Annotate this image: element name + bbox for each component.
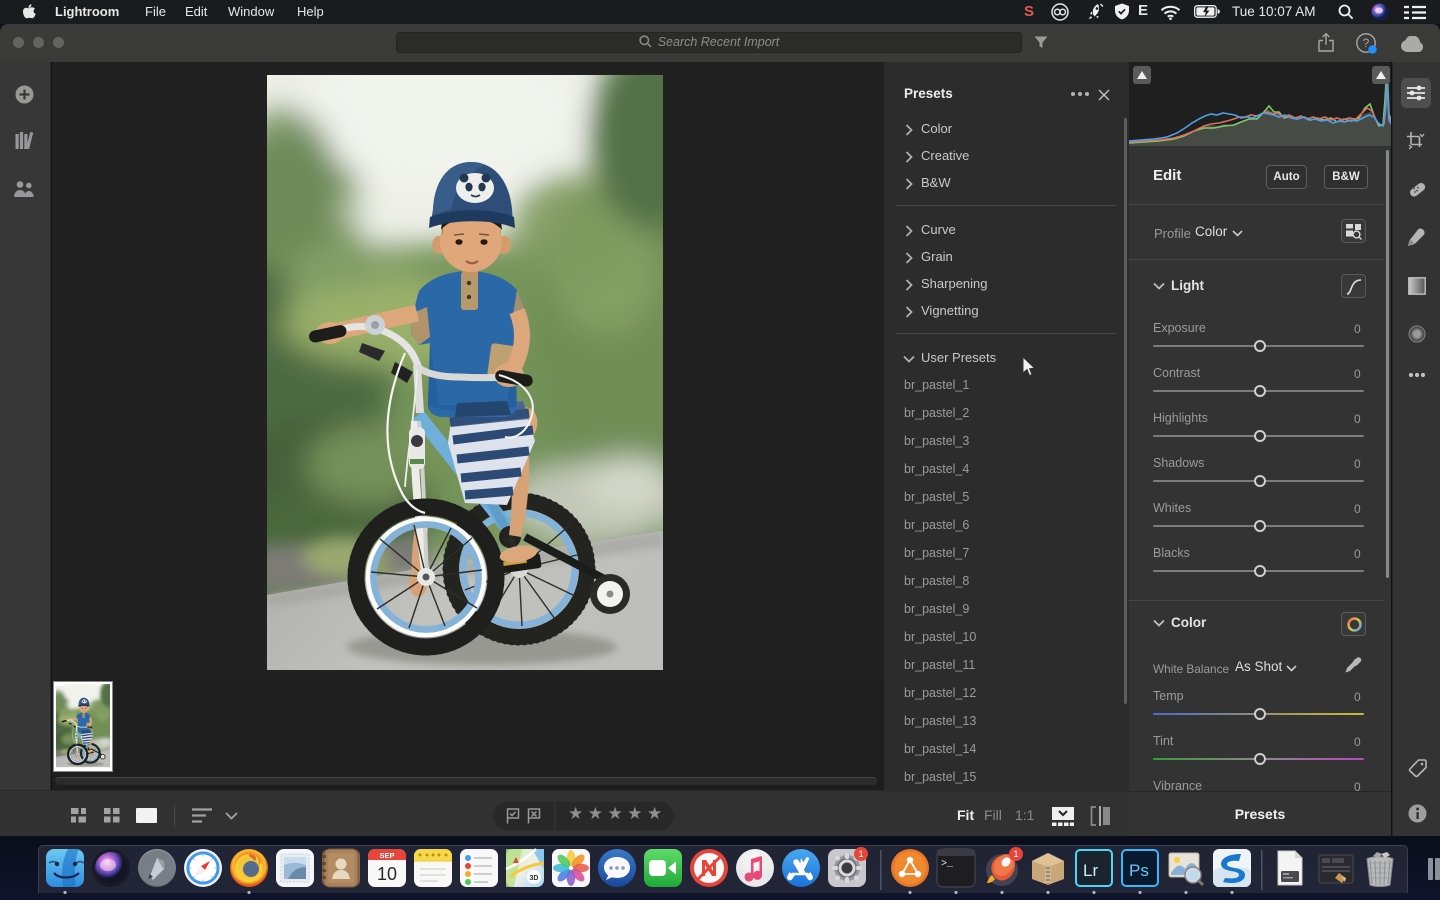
svg-text:>_: >_ bbox=[941, 859, 954, 870]
svg-text:SEP: SEP bbox=[379, 851, 394, 860]
svg-text:3D: 3D bbox=[530, 875, 539, 882]
svg-text:Lr: Lr bbox=[1083, 861, 1098, 880]
svg-text:1: 1 bbox=[858, 849, 863, 859]
svg-text:1: 1 bbox=[1013, 849, 1018, 859]
svg-text:Ps: Ps bbox=[1129, 861, 1149, 880]
svg-text:10: 10 bbox=[377, 864, 397, 884]
